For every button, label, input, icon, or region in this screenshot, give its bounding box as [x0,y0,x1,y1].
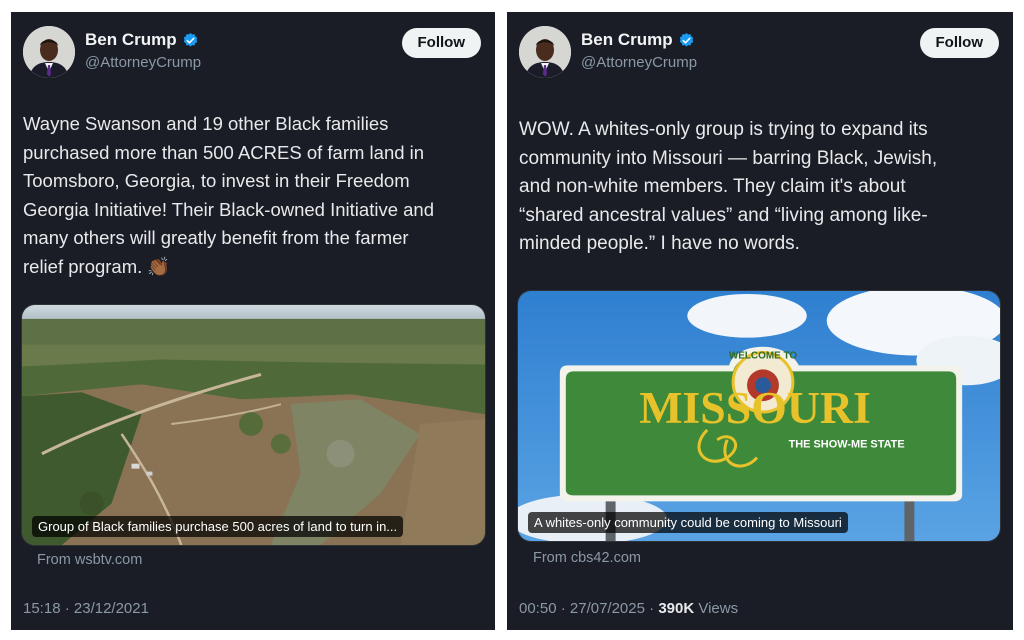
tweet-media-card[interactable]: WELCOME TO MISSOURI THE SHOW-ME STATE A … [517,290,1001,542]
author-handle[interactable]: @AttorneyCrump [581,54,697,71]
tweet-time: 00:50 [519,600,557,617]
author-name[interactable]: Ben Crump [581,30,673,50]
follow-button[interactable]: Follow [401,28,481,58]
author-block: Ben Crump @AttorneyCrump [581,30,697,71]
avatar[interactable] [23,26,75,78]
tweet-text: WOW. A whites-only group is trying to ex… [519,119,938,254]
media-source[interactable]: From cbs42.com [533,550,641,566]
views-count: 390K [658,600,695,617]
verified-badge-icon [182,32,199,49]
verified-badge-icon [678,32,695,49]
tweet-timestamp[interactable]: 00:50 · 27/07/2025 · 390K Views [519,600,738,617]
tweet-card[interactable]: Ben Crump @AttorneyCrump Follow Wayne Sw… [11,12,495,630]
media-source[interactable]: From wsbtv.com [37,552,142,568]
tweet-time: 15:18 [23,600,61,617]
avatar[interactable] [519,26,571,78]
tweet-header: Ben Crump @AttorneyCrump Follow [519,26,999,82]
follow-button[interactable]: Follow [919,28,999,58]
media-caption[interactable]: A whites-only community could be coming … [528,512,848,533]
sign-welcome-text: WELCOME TO [729,350,798,361]
sign-subtitle-text: THE SHOW-ME STATE [789,439,905,451]
author-handle[interactable]: @AttorneyCrump [85,54,201,71]
missouri-sign-image: WELCOME TO MISSOURI THE SHOW-ME STATE [518,291,1000,541]
farmland-aerial-image [22,305,485,545]
views-label: Views [698,600,739,617]
tweet-media-card[interactable]: Group of Black families purchase 500 acr… [21,304,486,546]
tweet-header: Ben Crump @AttorneyCrump Follow [23,26,481,82]
tweet-timestamp[interactable]: 15:18 · 23/12/2021 [23,600,149,617]
tweet-card[interactable]: Ben Crump @AttorneyCrump Follow WOW. A w… [507,12,1013,630]
author-name[interactable]: Ben Crump [85,30,177,50]
media-caption[interactable]: Group of Black families purchase 500 acr… [32,516,404,537]
author-block: Ben Crump @AttorneyCrump [85,30,201,71]
tweet-date: 27/07/2025 [569,600,645,617]
tweet-date: 23/12/2021 [73,600,149,617]
tweet-text: Wayne Swanson and 19 other Black familie… [23,113,434,277]
sign-main-text: MISSOURI [639,382,871,433]
